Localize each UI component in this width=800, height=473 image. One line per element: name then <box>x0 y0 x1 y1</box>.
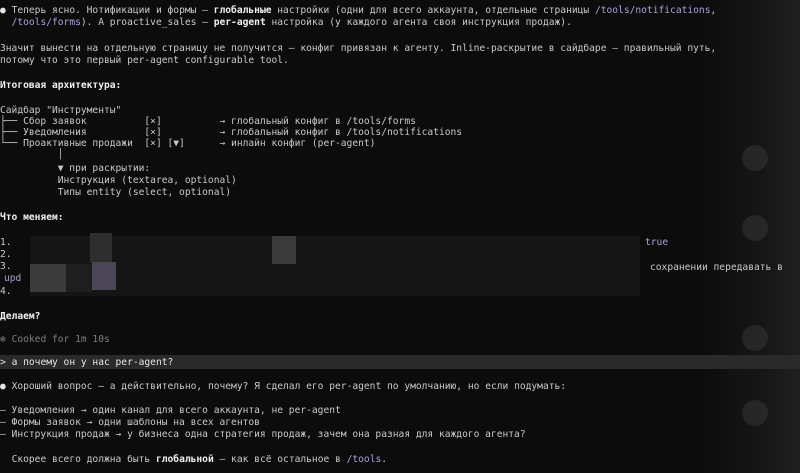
tree-line: └── Проактивные продажи [×] [▼] → инлайн… <box>0 138 376 149</box>
bullet-icon: ● <box>0 381 6 392</box>
avatar <box>742 215 768 241</box>
redacted-region <box>66 264 92 292</box>
path-link[interactable]: /tools <box>347 454 382 465</box>
intro-line-1: ● Теперь ясно. Нотификации и формы — гло… <box>0 5 717 16</box>
tree-line: │ <box>0 149 64 160</box>
question-text: Делаем? <box>0 311 41 322</box>
tree-line: Инструкция (textarea, optional) <box>0 175 237 186</box>
path-link[interactable]: /tools/forms <box>12 17 81 28</box>
change-item-number: 4. <box>0 286 12 297</box>
answer-line-1: ● Хороший вопрос — а действительно, поче… <box>0 381 567 392</box>
tree-line: Типы entity (select, optional) <box>0 187 232 198</box>
background-window-pane <box>700 0 800 473</box>
tree-line: ├── Сбор заявок [×] → глобальный конфиг … <box>0 116 416 127</box>
status-line: ✻ Cooked for 1m 10s <box>0 334 110 345</box>
answer-item: — Уведомления → один канал для всего акк… <box>0 405 341 416</box>
code-fragment-upd: upd <box>4 273 22 284</box>
tree-line: Сайдбар "Инструменты" <box>0 105 122 116</box>
asterisk-icon: ✻ <box>0 334 6 345</box>
bullet-icon: ● <box>0 5 6 16</box>
change-item-number: 3. <box>0 261 12 272</box>
answer-conclusion: Скорее всего должна быть глобальной — ка… <box>11 454 388 465</box>
answer-item: — Формы заявок → одни шаблоны на всех аг… <box>0 417 260 428</box>
avatar <box>742 400 768 426</box>
text-fragment: сохранении передавать в <box>650 262 783 273</box>
architecture-heading: Итоговая архитектура: <box>0 80 122 91</box>
avatar <box>742 145 768 171</box>
tree-line: ├── Уведомления [×] → глобальный конфиг … <box>0 127 463 138</box>
changes-heading: Что меняем: <box>0 212 64 223</box>
path-link[interactable]: /tools/notifications <box>595 5 711 16</box>
user-message: > а почему он у нас per-agent? <box>0 357 174 368</box>
redacted-region <box>30 236 640 296</box>
change-item-number: 1. <box>0 237 12 248</box>
change-item-number: 2. <box>0 249 12 260</box>
intro-line-2: /tools/forms). А proactive_sales — per-a… <box>11 17 572 28</box>
para2-line-2: потому что это первый per-agent configur… <box>0 55 289 66</box>
tree-line: ▼ при раскрытии: <box>0 163 151 174</box>
answer-item: — Инструкция продаж → у бизнеса одна стр… <box>0 429 526 440</box>
prompt-icon: > <box>0 357 6 368</box>
avatar <box>742 325 768 351</box>
redacted-region <box>30 264 66 292</box>
terminal-output: ● Теперь ясно. Нотификации и формы — гло… <box>0 0 800 473</box>
redacted-region <box>272 236 296 264</box>
para2-line-1: Значит вынести на отдельную страницу не … <box>0 43 717 54</box>
redacted-region <box>92 262 116 290</box>
code-fragment-true: true <box>645 237 669 248</box>
redacted-region <box>90 233 112 263</box>
